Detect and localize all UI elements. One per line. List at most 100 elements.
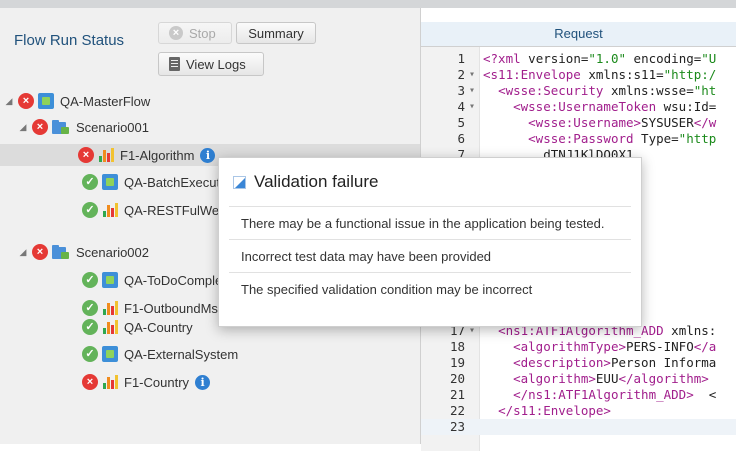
info-icon[interactable]: i (195, 374, 211, 390)
line-number: 4 (457, 99, 465, 114)
code-line: 21 </ns1:ATF1Algorithm_ADD> < (421, 387, 736, 403)
error-status-icon: × (78, 147, 94, 163)
failure-reason-item: Incorrect test data may have been provid… (229, 239, 631, 272)
tree-item-label: QA-BatchExecut (124, 174, 221, 190)
code-line: 22 </s11:Envelope> (421, 403, 736, 419)
tree-item-label: Scenario002 (76, 244, 149, 260)
tree-item-label: QA-Country (124, 319, 193, 335)
scenario-icon (52, 244, 70, 260)
code-text: <?xml version="1.0" encoding="U (483, 51, 717, 66)
code-line: 20 <algorithm>EUU</algorithm> (421, 371, 736, 387)
code-text: <wsse:Security xmlns:wsse="ht (498, 83, 717, 98)
error-status-icon: × (18, 93, 34, 109)
tree-item-label: QA-ExternalSystem (124, 346, 239, 362)
validation-failure-popup: Validation failure There may be a functi… (218, 157, 642, 327)
document-icon (169, 57, 180, 71)
flow-icon (102, 272, 118, 288)
code-line: 6 <wsse:Password Type="http (421, 131, 736, 147)
flow-icon (102, 346, 118, 362)
request-tab[interactable]: Request (421, 22, 736, 47)
code-text: <algorithm>EUU</algorithm> (513, 371, 709, 386)
success-status-icon: ✓ (82, 202, 98, 218)
corner-triangle-icon (233, 175, 246, 189)
tree-item[interactable]: ✓ QA-BatchExecut (60, 171, 220, 193)
error-status-icon: × (82, 374, 98, 390)
panel-title: Flow Run Status (14, 32, 125, 49)
fold-toggle-icon[interactable]: ▾ (467, 83, 477, 99)
failure-reason-item: There may be a functional issue in the a… (229, 206, 631, 239)
code-text: </s11:Envelope> (498, 403, 611, 418)
line-number: 6 (457, 131, 465, 146)
code-text: <s11:Envelope xmlns:s11="http:/ (483, 67, 717, 82)
summary-button[interactable]: Summary (236, 22, 316, 44)
success-status-icon: ✓ (82, 300, 98, 316)
failure-reason-item: The specified validation condition may b… (229, 272, 631, 305)
stop-button-label: Stop (189, 25, 216, 41)
code-line: 5 <wsse:Username>SYSUSER</w (421, 115, 736, 131)
info-icon[interactable]: i (200, 147, 216, 163)
stop-icon: × (169, 26, 183, 40)
tree-item-label: QA-MasterFlow (60, 93, 151, 109)
fold-toggle-icon[interactable]: ▾ (467, 99, 477, 115)
bar-chart-icon (102, 374, 118, 390)
top-strip (0, 0, 736, 8)
bar-chart-icon (102, 319, 118, 335)
tree-item[interactable]: ✓ QA-Country (60, 316, 193, 338)
tree-item-label: F1-Country (124, 374, 190, 390)
tree-item[interactable]: ✓ QA-ExternalSystem (60, 343, 238, 365)
line-number: 18 (449, 339, 465, 354)
code-line: 4 ▾ <wsse:UsernameToken wsu:Id= (421, 99, 736, 115)
code-text: <description>Person Informa (513, 355, 717, 370)
expand-toggle-icon[interactable]: ◢ (18, 247, 28, 258)
code-line: 1 <?xml version="1.0" encoding="U (421, 51, 736, 67)
line-number: 5 (457, 115, 465, 130)
line-number: 21 (449, 387, 465, 402)
tree-item-label: Scenario001 (76, 119, 149, 135)
code-line: 18 <algorithmType>PERS-INFO</a (421, 339, 736, 355)
tree-item[interactable]: ✓ QA-RESTFulWeb (60, 199, 226, 221)
success-status-icon: ✓ (82, 272, 98, 288)
fold-toggle-icon[interactable]: ▾ (467, 67, 477, 83)
bar-chart-icon (98, 147, 114, 163)
view-logs-button-label: View Logs (186, 56, 246, 72)
tree-item[interactable]: ✓ QA-ToDoComple (60, 269, 222, 291)
code-line: 19 <description>Person Informa (421, 355, 736, 371)
tree-item[interactable]: × F1-Country i (60, 371, 211, 393)
scenario-icon (52, 119, 70, 135)
tree-item[interactable]: ◢ × Scenario002 (18, 241, 149, 263)
success-status-icon: ✓ (82, 346, 98, 362)
flow-icon (102, 174, 118, 190)
tree-item-label: F1-Algorithm (120, 147, 195, 163)
line-number: 3 (457, 83, 465, 98)
expand-toggle-icon[interactable]: ◢ (18, 122, 28, 133)
popup-header: Validation failure (219, 158, 641, 206)
popup-title: Validation failure (254, 172, 379, 191)
code-text: <algorithmType>PERS-INFO</a (513, 339, 717, 354)
line-number: 1 (457, 51, 465, 66)
code-line: 23 (421, 419, 736, 435)
tree-item-label: QA-RESTFulWeb (124, 202, 227, 218)
success-status-icon: ✓ (82, 319, 98, 335)
line-number: 22 (449, 403, 465, 418)
tree-item[interactable]: ◢ × Scenario001 (18, 116, 149, 138)
tree-item[interactable]: ◢ × QA-MasterFlow (4, 90, 150, 112)
error-status-icon: × (32, 119, 48, 135)
code-line: 2 ▾ <s11:Envelope xmlns:s11="http:/ (421, 67, 736, 83)
error-status-icon: × (32, 244, 48, 260)
code-line: 3 ▾ <wsse:Security xmlns:wsse="ht (421, 83, 736, 99)
bar-chart-icon (102, 300, 118, 316)
line-number: 20 (449, 371, 465, 386)
line-number: 23 (449, 419, 465, 434)
code-text: <wsse:Password Type="http (528, 131, 717, 146)
code-text: <wsse:Username>SYSUSER</w (528, 115, 717, 130)
flow-icon (38, 93, 54, 109)
stop-button[interactable]: × Stop (158, 22, 232, 44)
tree-item-label: F1-OutboundMs (124, 300, 218, 316)
code-text: </ns1:ATF1Algorithm_ADD> < (513, 387, 717, 402)
code-text: <wsse:UsernameToken wsu:Id= (513, 99, 717, 114)
bar-chart-icon (102, 202, 118, 218)
success-status-icon: ✓ (82, 174, 98, 190)
line-number: 2 (457, 67, 465, 82)
view-logs-button[interactable]: View Logs (158, 52, 264, 76)
expand-toggle-icon[interactable]: ◢ (4, 96, 14, 107)
